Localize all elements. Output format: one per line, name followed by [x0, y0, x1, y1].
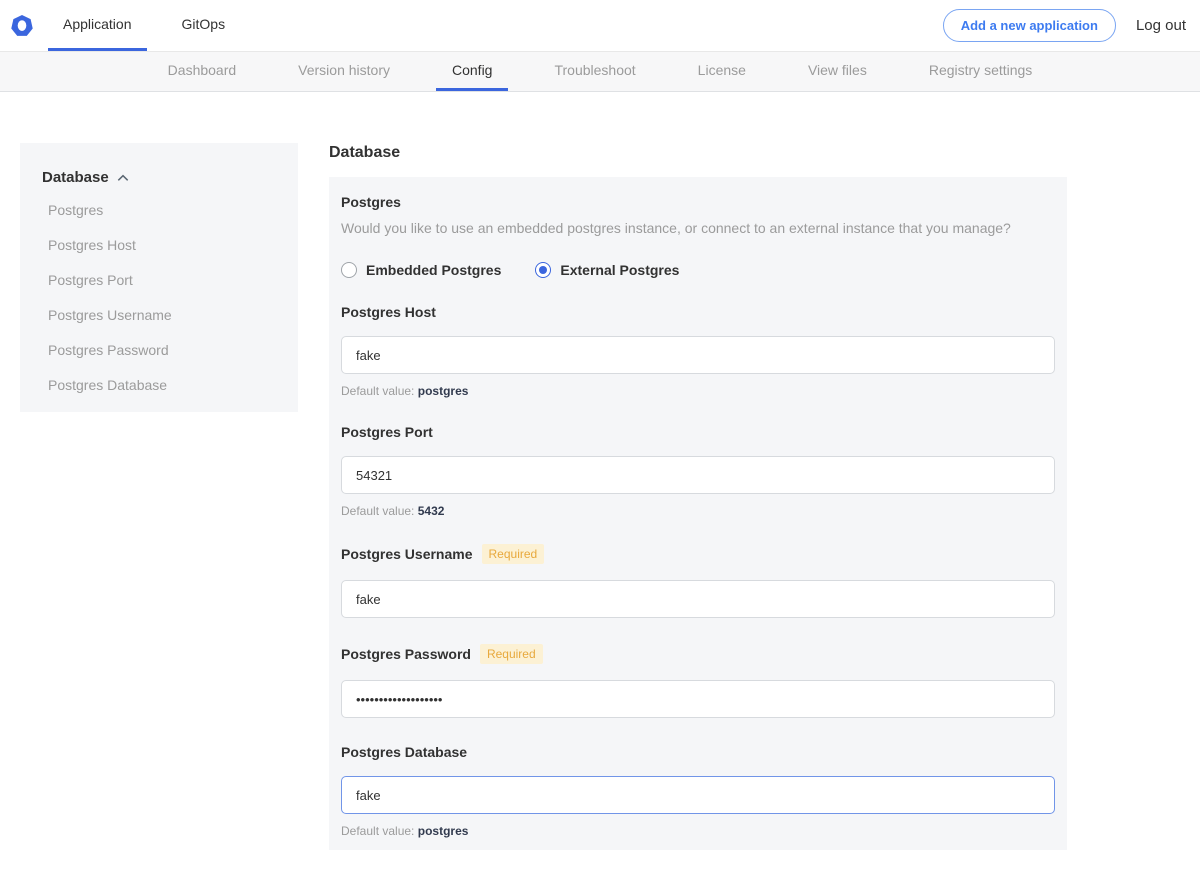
postgres-username-label: Postgres Username [341, 546, 473, 562]
subnav-item-troubleshoot[interactable]: Troubleshoot [538, 52, 651, 91]
section-title: Database [329, 144, 1067, 162]
postgres-password-label: Postgres Password [341, 646, 471, 662]
default-value-label: Default value: [341, 824, 414, 838]
subnav-item-license[interactable]: License [682, 52, 762, 91]
radio-embedded-postgres-label: Embedded Postgres [366, 262, 501, 278]
sidebar-group-database-label: Database [42, 169, 109, 186]
top-nav-right: Add a new application Log out [943, 0, 1186, 51]
subnav-item-config[interactable]: Config [436, 52, 508, 91]
subnav-dashboard-label: Dashboard [168, 62, 237, 78]
postgres-database-input[interactable] [341, 776, 1055, 814]
default-value-label: Default value: [341, 384, 414, 398]
subnav-troubleshoot-label: Troubleshoot [554, 62, 635, 78]
radio-checked-icon [535, 262, 551, 278]
postgres-host-label: Postgres Host [341, 304, 436, 320]
admin-console-page: Application GitOps Add a new application… [0, 0, 1200, 874]
subnav-item-dashboard[interactable]: Dashboard [152, 52, 253, 91]
default-value-text: postgres [418, 384, 469, 398]
postgres-password-input[interactable] [341, 680, 1055, 718]
default-value-text: 5432 [418, 504, 445, 518]
app-subnav: Dashboard Version history Config Trouble… [0, 52, 1200, 92]
top-tabs: Application GitOps [48, 0, 240, 51]
subnav-license-label: License [698, 62, 746, 78]
sidebar-item-postgres-username[interactable]: Postgres Username [42, 305, 282, 326]
app-logo[interactable] [10, 0, 34, 51]
radio-external-postgres[interactable]: External Postgres [535, 262, 679, 278]
add-new-application-button[interactable]: Add a new application [943, 9, 1116, 42]
sidebar-item-postgres-port[interactable]: Postgres Port [42, 270, 282, 291]
field-postgres-host: Postgres Host Default value: postgres [341, 304, 1055, 398]
postgres-radio-group: Embedded Postgres External Postgres [341, 262, 1055, 278]
subnav-item-registry-settings[interactable]: Registry settings [913, 52, 1048, 91]
field-postgres-database: Postgres Database Default value: postgre… [341, 744, 1055, 838]
tab-application-label: Application [63, 16, 132, 32]
field-postgres-username: Postgres Username Required [341, 544, 1055, 618]
kots-logo-icon [10, 14, 34, 38]
postgres-group: Postgres Would you like to use an embedd… [341, 194, 1055, 278]
postgres-group-description: Would you like to use an embedded postgr… [341, 220, 1055, 236]
postgres-group-label: Postgres [341, 194, 1055, 210]
tab-gitops[interactable]: GitOps [167, 0, 241, 51]
radio-embedded-postgres[interactable]: Embedded Postgres [341, 262, 501, 278]
required-badge: Required [482, 544, 545, 564]
sidebar-group-database[interactable]: Database [42, 169, 282, 186]
subnav-config-label: Config [452, 62, 492, 78]
tab-application[interactable]: Application [48, 0, 147, 51]
postgres-port-input[interactable] [341, 456, 1055, 494]
sidebar-item-postgres-password[interactable]: Postgres Password [42, 340, 282, 361]
config-main: Database Postgres Would you like to use … [329, 143, 1067, 874]
config-sidebar: Database Postgres Postgres Host Postgres… [20, 143, 298, 412]
database-config-card: Postgres Would you like to use an embedd… [329, 177, 1067, 850]
subnav-version-history-label: Version history [298, 62, 390, 78]
postgres-port-label: Postgres Port [341, 424, 433, 440]
chevron-up-icon [117, 174, 129, 182]
top-nav: Application GitOps Add a new application… [0, 0, 1200, 52]
sidebar-item-postgres[interactable]: Postgres [42, 200, 282, 221]
field-postgres-port: Postgres Port Default value: 5432 [341, 424, 1055, 518]
postgres-host-helper: Default value: postgres [341, 384, 1055, 398]
sidebar-items: Postgres Postgres Host Postgres Port Pos… [42, 200, 282, 396]
subnav-item-view-files[interactable]: View files [792, 52, 883, 91]
radio-external-postgres-label: External Postgres [560, 262, 679, 278]
postgres-username-input[interactable] [341, 580, 1055, 618]
subnav-registry-settings-label: Registry settings [929, 62, 1032, 78]
tab-gitops-label: GitOps [182, 16, 226, 32]
sidebar-item-postgres-database[interactable]: Postgres Database [42, 375, 282, 396]
field-postgres-password: Postgres Password Required [341, 644, 1055, 718]
default-value-label: Default value: [341, 504, 414, 518]
logout-button[interactable]: Log out [1136, 17, 1186, 34]
postgres-port-helper: Default value: 5432 [341, 504, 1055, 518]
subnav-view-files-label: View files [808, 62, 867, 78]
subnav-item-version-history[interactable]: Version history [282, 52, 406, 91]
required-badge: Required [480, 644, 543, 664]
radio-unchecked-icon [341, 262, 357, 278]
postgres-host-input[interactable] [341, 336, 1055, 374]
sidebar-item-postgres-host[interactable]: Postgres Host [42, 235, 282, 256]
config-content: Database Postgres Postgres Host Postgres… [0, 92, 1200, 874]
default-value-text: postgres [418, 824, 469, 838]
postgres-database-label: Postgres Database [341, 744, 467, 760]
postgres-database-helper: Default value: postgres [341, 824, 1055, 838]
